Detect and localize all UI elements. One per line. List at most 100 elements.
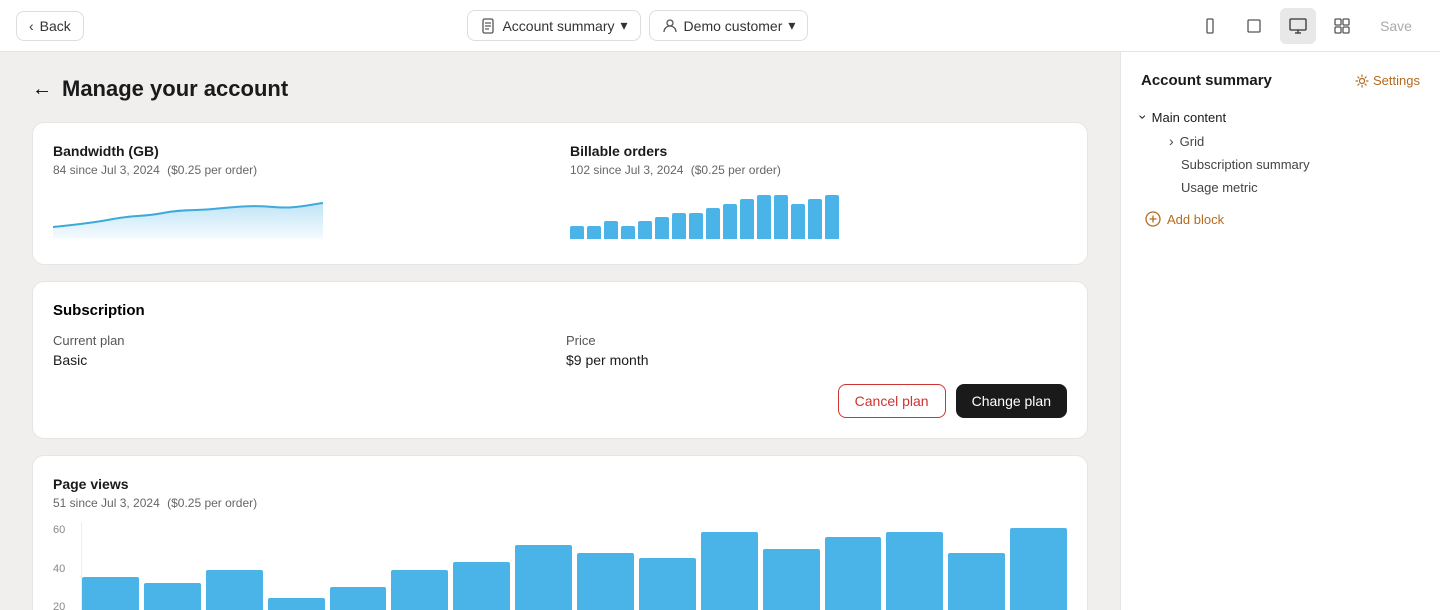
bandwidth-sub: 84 since Jul 3, 2024 ($0.25 per order) bbox=[53, 163, 550, 177]
add-block-button[interactable]: Add block bbox=[1141, 211, 1420, 227]
subscription-grid: Current plan Basic Price $9 per month bbox=[53, 333, 1067, 368]
sidebar-item-usage-metric[interactable]: Usage metric bbox=[1141, 176, 1420, 199]
bar bbox=[723, 204, 737, 239]
bandwidth-section: Bandwidth (GB) 84 since Jul 3, 2024 ($0.… bbox=[53, 143, 550, 244]
tablet-view-button[interactable] bbox=[1236, 8, 1272, 44]
bar bbox=[82, 577, 139, 610]
page-views-chart: 60 40 20 0 bbox=[53, 522, 1067, 610]
bar bbox=[689, 213, 703, 239]
mobile-view-button[interactable] bbox=[1192, 8, 1228, 44]
bar bbox=[268, 598, 325, 610]
account-summary-label: Account summary bbox=[502, 18, 614, 34]
page-views-title: Page views bbox=[53, 476, 1067, 492]
bar bbox=[701, 532, 758, 610]
billable-title: Billable orders bbox=[570, 143, 1067, 159]
bar bbox=[453, 562, 510, 610]
bar bbox=[639, 558, 696, 610]
billable-sub: 102 since Jul 3, 2024 ($0.25 per order) bbox=[570, 163, 1067, 177]
layout: ← Manage your account Bandwidth (GB) 84 … bbox=[0, 52, 1440, 610]
bar bbox=[774, 195, 788, 239]
page-title-section: ← Manage your account bbox=[32, 76, 1088, 102]
bar bbox=[757, 195, 771, 239]
bar bbox=[604, 221, 618, 239]
main-content-section: Main content Grid Subscription summary U… bbox=[1141, 105, 1420, 199]
subscription-actions: Cancel plan Change plan bbox=[53, 384, 1067, 418]
person-icon bbox=[662, 18, 678, 34]
plus-circle-icon bbox=[1145, 211, 1161, 227]
y-axis-labels: 60 40 20 0 bbox=[53, 522, 81, 610]
main-content-header[interactable]: Main content bbox=[1141, 105, 1420, 129]
bar bbox=[825, 195, 839, 239]
back-label: Back bbox=[40, 18, 71, 34]
change-plan-button[interactable]: Change plan bbox=[956, 384, 1067, 418]
document-icon bbox=[480, 18, 496, 34]
bar bbox=[144, 583, 201, 610]
current-plan-value: Basic bbox=[53, 352, 554, 368]
page-views-sub: 51 since Jul 3, 2024 ($0.25 per order) bbox=[53, 496, 1067, 510]
bar bbox=[515, 545, 572, 610]
sidebar: Account summary Settings Main content Gr… bbox=[1120, 52, 1440, 610]
header-left: ‹ Back bbox=[16, 11, 84, 41]
layout-view-button[interactable] bbox=[1324, 8, 1360, 44]
chevron-right-grid-icon bbox=[1169, 133, 1174, 149]
subscription-title: Subscription bbox=[53, 302, 1067, 319]
bar bbox=[206, 570, 263, 610]
chevron-left-icon: ‹ bbox=[29, 18, 34, 34]
main-content: ← Manage your account Bandwidth (GB) 84 … bbox=[0, 52, 1120, 610]
page-views-card: Page views 51 since Jul 3, 2024 ($0.25 p… bbox=[32, 455, 1088, 610]
price-label: Price bbox=[566, 333, 1067, 348]
bar bbox=[655, 217, 669, 239]
demo-customer-label: Demo customer bbox=[684, 18, 783, 34]
bar bbox=[638, 221, 652, 239]
grid-label: Grid bbox=[1180, 134, 1205, 149]
billable-bar-chart bbox=[570, 189, 1067, 239]
bar bbox=[808, 199, 822, 239]
sidebar-item-grid[interactable]: Grid bbox=[1141, 129, 1420, 153]
header-right: Save bbox=[1192, 8, 1424, 44]
bar bbox=[391, 570, 448, 610]
sidebar-item-subscription-summary[interactable]: Subscription summary bbox=[1141, 153, 1420, 176]
chevron-down-main-icon bbox=[1141, 109, 1146, 125]
price-value: $9 per month bbox=[566, 352, 1067, 368]
bar bbox=[577, 553, 634, 610]
billable-section: Billable orders 102 since Jul 3, 2024 ($… bbox=[570, 143, 1067, 244]
bar bbox=[672, 213, 686, 239]
header: ‹ Back Account summary ▾ Demo customer ▾ bbox=[0, 0, 1440, 52]
metrics-card: Bandwidth (GB) 84 since Jul 3, 2024 ($0.… bbox=[32, 122, 1088, 265]
current-plan-label: Current plan bbox=[53, 333, 554, 348]
subscription-summary-label: Subscription summary bbox=[1181, 157, 1310, 172]
bar bbox=[791, 204, 805, 239]
bar bbox=[740, 199, 754, 239]
account-summary-dropdown[interactable]: Account summary ▾ bbox=[467, 10, 640, 41]
current-plan-section: Current plan Basic bbox=[53, 333, 554, 368]
chevron-down-icon-2: ▾ bbox=[788, 17, 795, 34]
page-title: Manage your account bbox=[62, 76, 288, 102]
bar bbox=[570, 226, 584, 239]
chevron-down-icon: ▾ bbox=[621, 17, 628, 34]
bar bbox=[621, 226, 635, 239]
usage-metric-label: Usage metric bbox=[1181, 180, 1258, 195]
cancel-plan-button[interactable]: Cancel plan bbox=[838, 384, 946, 418]
bar bbox=[825, 537, 882, 610]
gear-icon bbox=[1355, 74, 1369, 88]
bar bbox=[948, 553, 1005, 610]
header-center: Account summary ▾ Demo customer ▾ bbox=[467, 10, 808, 41]
bandwidth-title: Bandwidth (GB) bbox=[53, 143, 550, 159]
desktop-view-button[interactable] bbox=[1280, 8, 1316, 44]
page-views-bars bbox=[81, 522, 1067, 610]
price-section: Price $9 per month bbox=[566, 333, 1067, 368]
bar bbox=[330, 587, 387, 610]
bar bbox=[886, 532, 943, 610]
back-button[interactable]: ‹ Back bbox=[16, 11, 84, 41]
bar bbox=[763, 549, 820, 610]
main-content-label: Main content bbox=[1152, 110, 1226, 125]
back-arrow-icon: ← bbox=[32, 78, 52, 101]
add-block-label: Add block bbox=[1167, 212, 1224, 227]
sidebar-title: Account summary bbox=[1141, 72, 1272, 89]
settings-link[interactable]: Settings bbox=[1355, 73, 1420, 88]
bandwidth-line-chart bbox=[53, 189, 323, 239]
demo-customer-dropdown[interactable]: Demo customer ▾ bbox=[649, 10, 809, 41]
subscription-card: Subscription Current plan Basic Price $9… bbox=[32, 281, 1088, 439]
save-button[interactable]: Save bbox=[1368, 12, 1424, 40]
metrics-grid: Bandwidth (GB) 84 since Jul 3, 2024 ($0.… bbox=[53, 143, 1067, 244]
